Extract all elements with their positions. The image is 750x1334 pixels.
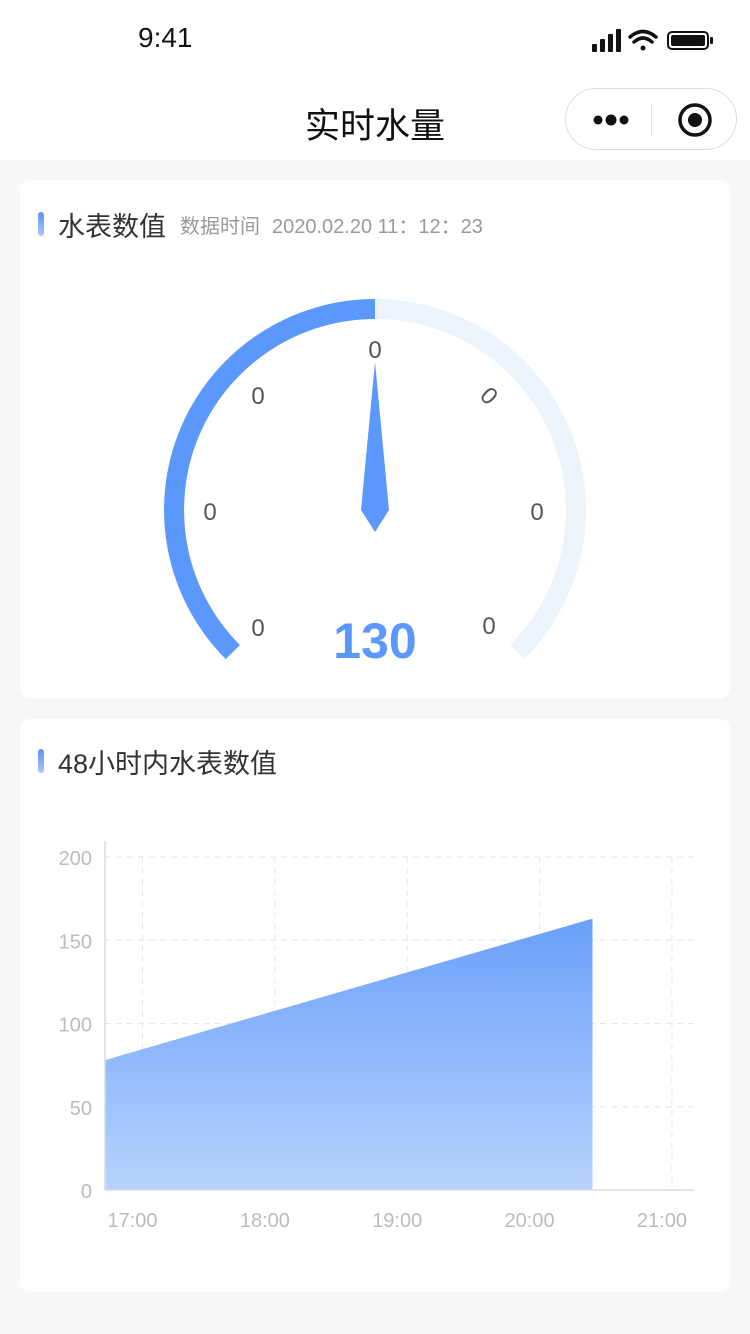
- x-tick-label: 19:00: [372, 1210, 422, 1232]
- capsule-divider: [651, 104, 652, 136]
- x-tick-label: 20:00: [505, 1210, 555, 1232]
- status-icons: [592, 29, 713, 52]
- y-tick-label: 100: [59, 1015, 92, 1037]
- gauge-progress: [164, 299, 376, 660]
- battery-icon: [667, 31, 713, 50]
- chart-card: 48小时内水表数值 0 50 100 150 200 17:00 18:00 19:00 20:…: [20, 719, 730, 1292]
- meter-card: 水表数值 数据时间 2020.02.20 11：12：23 0 0 0 0 0 …: [20, 180, 730, 698]
- mini-program-capsule: [565, 88, 737, 150]
- more-icon[interactable]: [590, 105, 632, 135]
- gauge-tick-label: 0: [474, 382, 503, 411]
- gauge-tick-label: 0: [203, 499, 216, 526]
- close-target-icon[interactable]: [676, 101, 714, 139]
- y-tick-label: 200: [59, 848, 92, 870]
- y-tick-label: 50: [70, 1098, 92, 1120]
- x-tick-label: 21:00: [637, 1210, 687, 1232]
- gauge-needle: [361, 362, 389, 532]
- gauge-tick-label: 0: [251, 383, 264, 410]
- x-tick-label: 17:00: [107, 1210, 157, 1232]
- gauge-tick-label: 0: [530, 499, 543, 526]
- status-time: 9:41: [138, 22, 193, 53]
- gauge-tick-label: 0: [251, 615, 264, 642]
- meter-gauge: 0 0 0 0 0 0 0 130: [164, 299, 586, 669]
- gauge-tick-label: 0: [482, 613, 495, 640]
- gauge-value: 130: [333, 613, 416, 669]
- area-series: [105, 918, 593, 1190]
- nav-bar: 实时水量: [0, 80, 750, 160]
- wifi-icon: [628, 29, 658, 51]
- gauge-tick-label: 0: [368, 337, 381, 364]
- y-tick-label: 150: [59, 931, 92, 953]
- status-bar: 9:41: [0, 0, 750, 80]
- x-tick-label: 18:00: [240, 1210, 290, 1232]
- area-chart: 0 50 100 150 200 17:00 18:00 19:00 20:00 21:00: [59, 841, 694, 1232]
- y-tick-label: 0: [81, 1181, 92, 1203]
- cellular-signal-icon: [592, 29, 621, 52]
